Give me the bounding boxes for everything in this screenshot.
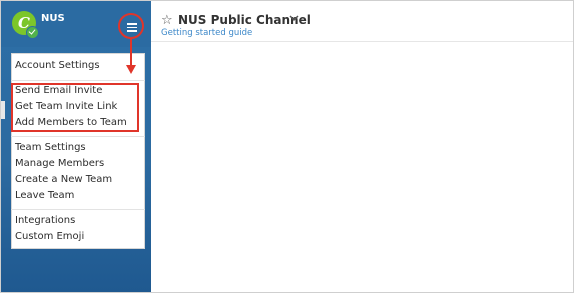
online-status-icon: [26, 26, 39, 39]
sidebar-edge-marker: [1, 101, 5, 119]
sidebar-header: C NUS: [1, 1, 151, 47]
menu-item-get-team-invite-link[interactable]: Get Team Invite Link: [15, 101, 117, 112]
menu-item-add-members-to-team[interactable]: Add Members to Team: [15, 117, 127, 128]
menu-item-account-settings[interactable]: Account Settings: [15, 60, 100, 71]
channel-subtitle-link[interactable]: Getting started guide: [161, 28, 252, 38]
menu-item-custom-emoji[interactable]: Custom Emoji: [15, 231, 84, 242]
chevron-down-icon[interactable]: [288, 12, 300, 24]
team-name[interactable]: NUS: [41, 13, 65, 24]
menu-item-manage-members[interactable]: Manage Members: [15, 158, 104, 169]
menu-divider: [11, 209, 145, 210]
channel-header: ☆ NUS Public Channel Getting started gui…: [151, 1, 573, 42]
menu-item-send-email-invite[interactable]: Send Email Invite: [15, 85, 102, 96]
menu-item-integrations[interactable]: Integrations: [15, 215, 75, 226]
annotation-arrow-line: [130, 39, 132, 66]
hamburger-menu-icon[interactable]: [122, 17, 142, 37]
app-window: C NUS Account Settings Send Email Invite…: [0, 0, 574, 293]
star-outline-icon[interactable]: ☆: [161, 13, 173, 28]
menu-divider: [11, 136, 145, 137]
annotation-arrow-head-icon: [126, 65, 136, 74]
menu-divider: [11, 80, 145, 81]
menu-item-team-settings[interactable]: Team Settings: [15, 142, 86, 153]
menu-item-leave-team[interactable]: Leave Team: [15, 190, 74, 201]
menu-item-create-new-team[interactable]: Create a New Team: [15, 174, 112, 185]
main-content: ☆ NUS Public Channel Getting started gui…: [151, 1, 573, 292]
